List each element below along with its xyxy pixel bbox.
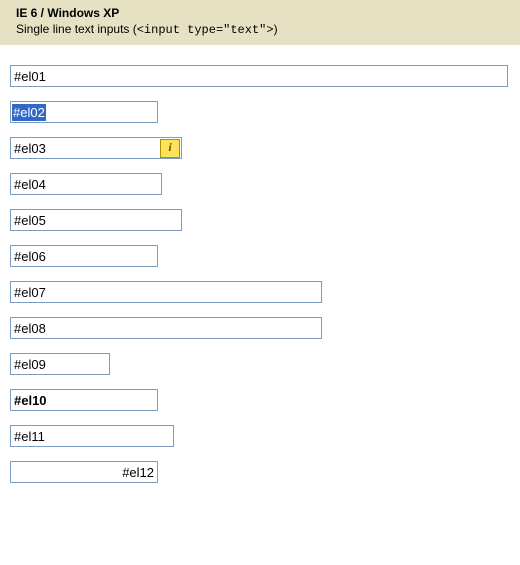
text-input-el03-wrap: i (10, 137, 182, 159)
text-input-el06[interactable] (10, 245, 158, 267)
text-input-el02[interactable] (10, 101, 158, 123)
text-input-el08[interactable] (10, 317, 322, 339)
header-sub-code: <input type="text"> (137, 23, 274, 37)
text-input-el09[interactable] (10, 353, 110, 375)
content: #el02 i (0, 45, 520, 509)
text-input-el04[interactable] (10, 173, 162, 195)
text-input-el02-wrap: #el02 (10, 101, 158, 123)
text-input-el12[interactable] (10, 461, 158, 483)
header-subtitle: Single line text inputs (<input type="te… (16, 22, 510, 37)
header: IE 6 / Windows XP Single line text input… (0, 0, 520, 45)
text-input-el11[interactable] (10, 425, 174, 447)
text-input-el03[interactable] (10, 137, 182, 159)
text-input-el05[interactable] (10, 209, 182, 231)
text-input-el01[interactable] (10, 65, 508, 87)
header-sub-pre: Single line text inputs ( (16, 22, 137, 36)
text-input-el07[interactable] (10, 281, 322, 303)
header-sub-post: ) (274, 22, 278, 36)
header-title: IE 6 / Windows XP (16, 6, 510, 20)
text-input-el10[interactable] (10, 389, 158, 411)
